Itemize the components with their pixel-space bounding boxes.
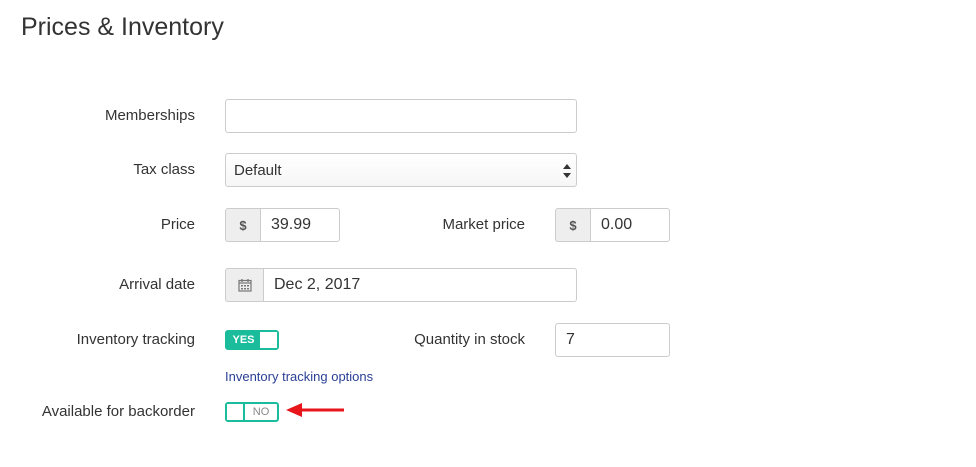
arrival-date-input[interactable]: Dec 2, 2017 (263, 268, 577, 302)
memberships-input[interactable] (225, 99, 577, 133)
market-price-field[interactable]: $ 0.00 (555, 208, 670, 242)
quantity-in-stock-label: Quantity in stock (414, 331, 525, 348)
arrival-date-label: Arrival date (119, 276, 195, 293)
annotation-arrow-icon (286, 403, 344, 417)
inventory-tracking-label: Inventory tracking (76, 331, 195, 348)
tax-class-value: Default (234, 161, 282, 179)
inventory-tracking-options-link[interactable]: Inventory tracking options (225, 369, 373, 384)
market-price-input[interactable]: 0.00 (590, 208, 670, 242)
calendar-icon[interactable] (225, 268, 263, 302)
toggle-knob (260, 332, 277, 348)
backorder-state: NO (252, 406, 270, 418)
memberships-label: Memberships (104, 107, 195, 124)
price-label: Price (160, 216, 195, 233)
backorder-toggle[interactable]: NO (225, 402, 279, 422)
quantity-in-stock-input[interactable] (555, 323, 670, 357)
arrival-date-field[interactable]: Dec 2, 2017 (225, 268, 577, 302)
inventory-tracking-toggle[interactable]: YES (225, 330, 279, 350)
market-price-currency-addon: $ (555, 208, 590, 242)
price-currency-addon: $ (225, 208, 260, 242)
price-input[interactable]: 39.99 (260, 208, 340, 242)
tax-class-label: Tax class (133, 161, 195, 178)
select-arrows-icon (563, 164, 571, 178)
market-price-label: Market price (442, 216, 525, 233)
inventory-tracking-state: YES (227, 332, 260, 348)
page-title: Prices & Inventory (21, 13, 224, 41)
price-field[interactable]: $ 39.99 (225, 208, 340, 242)
toggle-knob (227, 404, 245, 420)
tax-class-select[interactable]: Default (225, 153, 577, 187)
backorder-label: Available for backorder (41, 403, 195, 420)
